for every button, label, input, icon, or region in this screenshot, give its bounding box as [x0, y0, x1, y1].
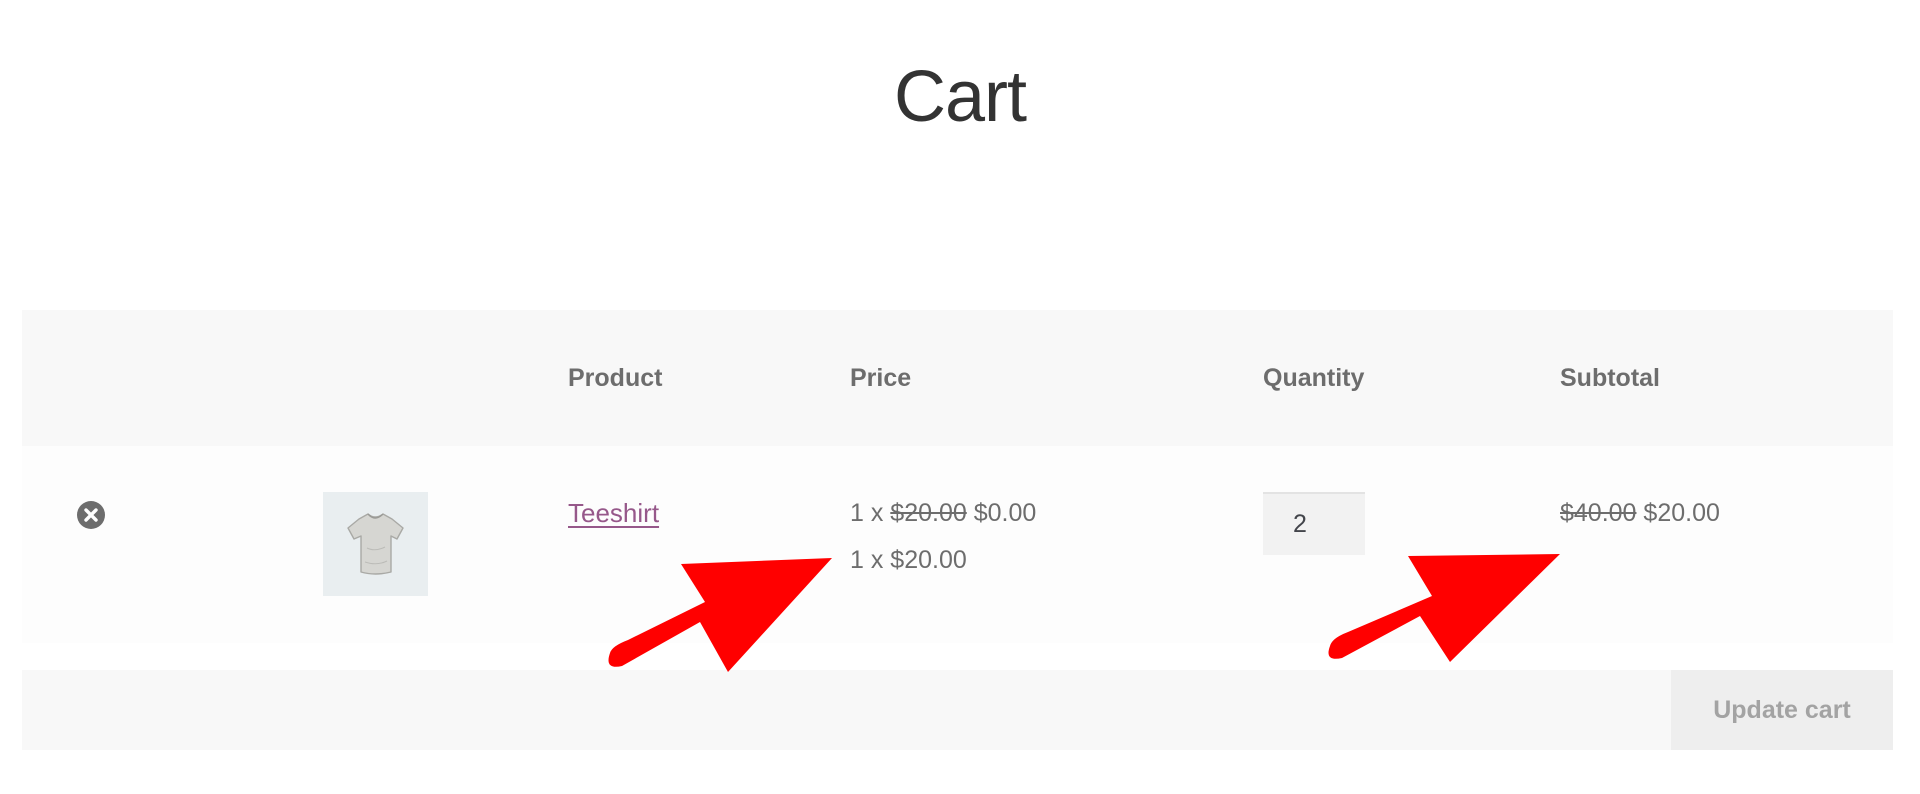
cart-item-row: Teeshirt 1 x $20.00 $0.00 1 x $20.00 $40…	[22, 446, 1893, 643]
subtotal-original: $40.00	[1560, 499, 1637, 527]
header-subtotal: Subtotal	[1560, 364, 1660, 392]
header-price: Price	[850, 364, 912, 392]
quantity-input[interactable]	[1263, 492, 1365, 555]
price-quantity-prefix: 1 x	[850, 546, 891, 574]
tshirt-icon	[347, 513, 404, 575]
product-thumbnail[interactable]	[323, 492, 428, 596]
price-current: $0.00	[966, 499, 1037, 527]
price-line: 1 x $20.00 $0.00	[850, 499, 1036, 528]
remove-item-icon[interactable]	[77, 501, 105, 529]
cart-actions: Update cart	[22, 670, 1893, 750]
header-quantity: Quantity	[1263, 364, 1365, 392]
item-subtotal: $40.00 $20.00	[1560, 499, 1720, 528]
page-title: Cart	[893, 57, 1027, 137]
price-line: 1 x $20.00	[850, 546, 967, 575]
product-link[interactable]: Teeshirt	[568, 498, 659, 529]
price-original: $20.00	[890, 499, 967, 527]
cart-table-header: Product Price Quantity Subtotal	[22, 310, 1893, 446]
price-quantity-prefix: 1 x	[850, 499, 891, 527]
update-cart-button[interactable]: Update cart	[1671, 670, 1893, 750]
price-current: $20.00	[890, 546, 967, 574]
header-product: Product	[568, 364, 663, 392]
subtotal-current: $20.00	[1636, 499, 1720, 527]
